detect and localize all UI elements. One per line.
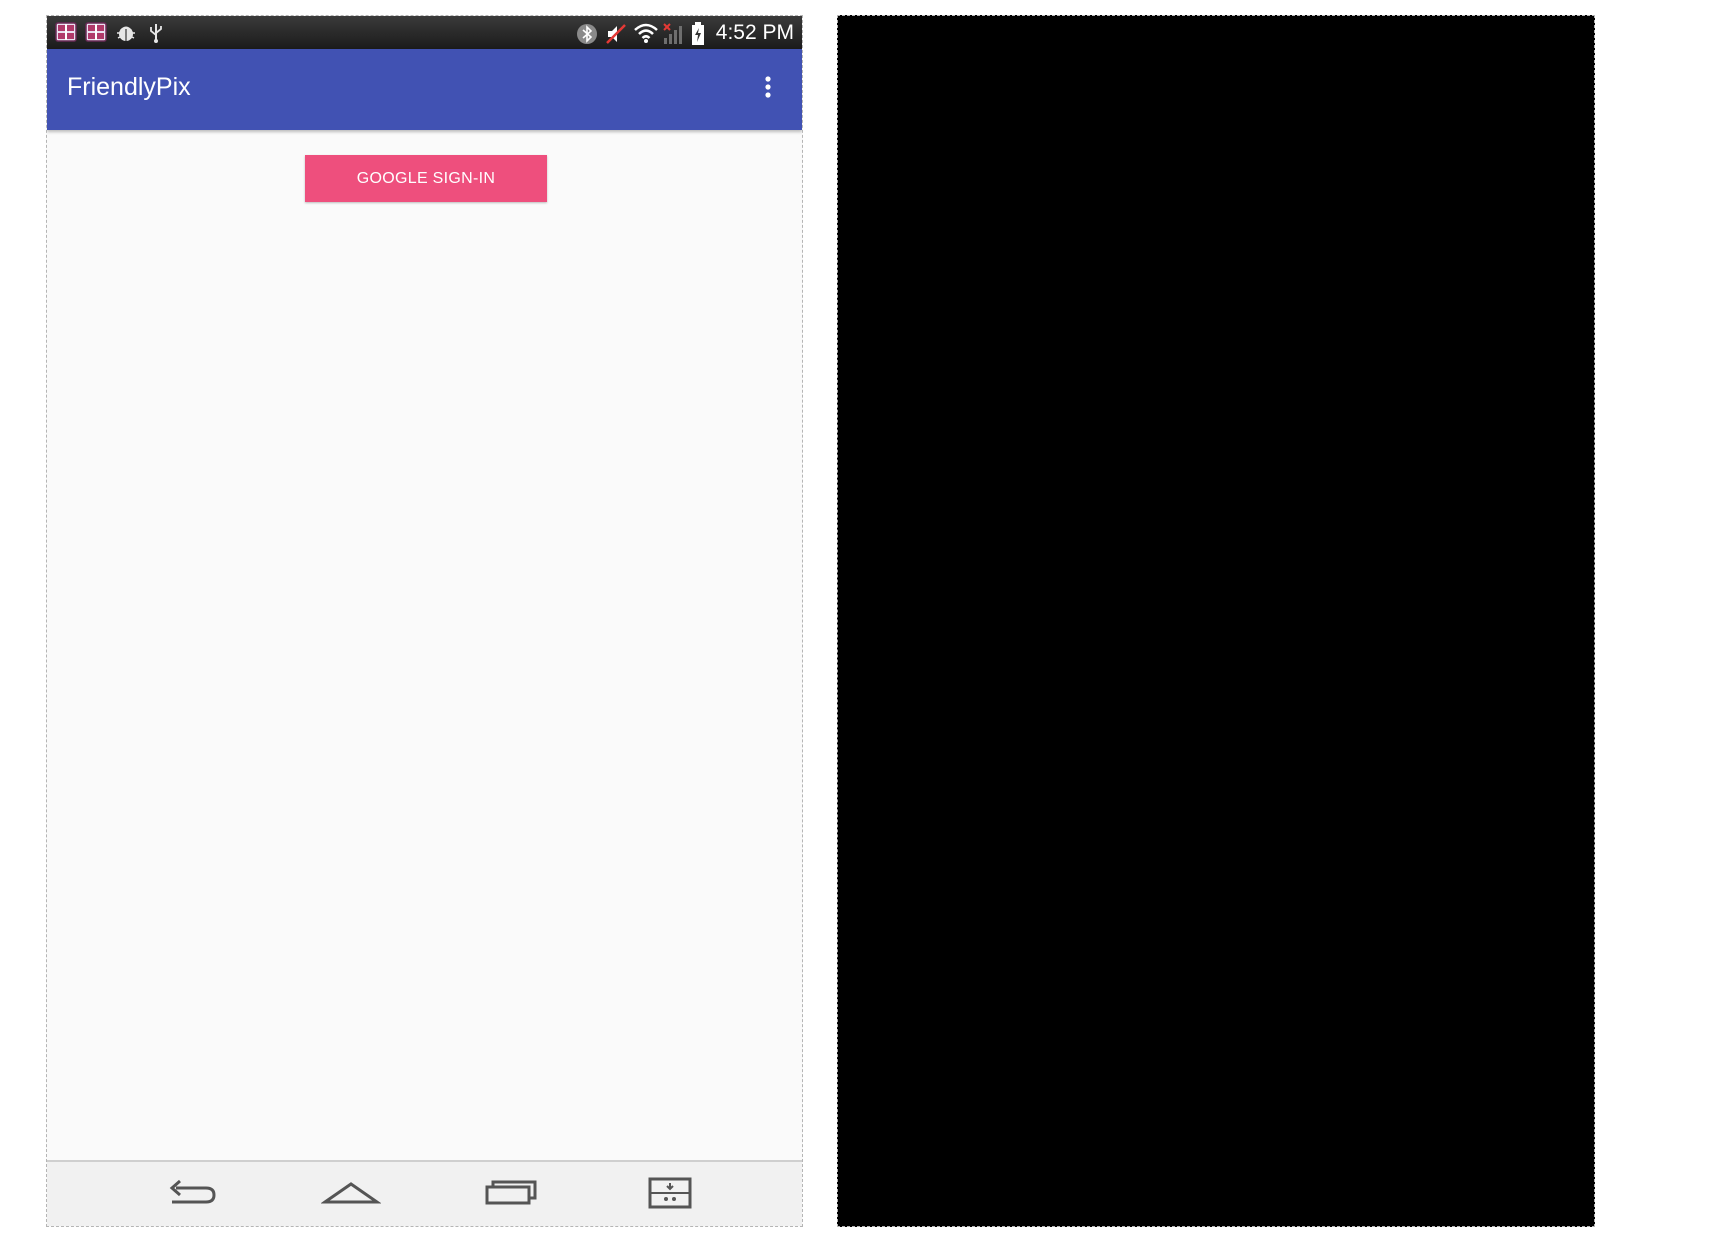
- phone-screen: 4:52 PM FriendlyPix GOOGLE SIGN-IN: [46, 15, 803, 1227]
- mute-icon: [604, 22, 626, 44]
- more-vert-icon[interactable]: [756, 71, 780, 107]
- app-title: FriendlyPix: [67, 73, 191, 101]
- status-bar: 4:52 PM: [47, 16, 802, 49]
- gallery-notification-icon: [55, 21, 77, 43]
- battery-charging-icon: [691, 21, 705, 45]
- app-bar: FriendlyPix: [47, 49, 802, 130]
- android-debug-icon: [115, 21, 137, 43]
- google-sign-in-button[interactable]: GOOGLE SIGN-IN: [305, 155, 547, 202]
- gallery-notification-icon: [85, 21, 107, 43]
- no-signal-icon: [662, 22, 684, 44]
- blank-screen-panel: [837, 15, 1595, 1227]
- home-icon[interactable]: [320, 1176, 382, 1210]
- status-bar-notifications: [55, 21, 167, 43]
- status-bar-system-icons: 4:52 PM: [575, 19, 794, 46]
- wifi-icon: [633, 22, 658, 44]
- back-icon[interactable]: [162, 1176, 222, 1210]
- status-bar-time: 4:52 PM: [715, 21, 794, 44]
- dual-window-icon[interactable]: [640, 1176, 700, 1210]
- recents-icon[interactable]: [481, 1176, 541, 1210]
- usb-icon: [145, 21, 167, 43]
- bluetooth-icon: [575, 22, 597, 44]
- navigation-bar: [47, 1160, 802, 1226]
